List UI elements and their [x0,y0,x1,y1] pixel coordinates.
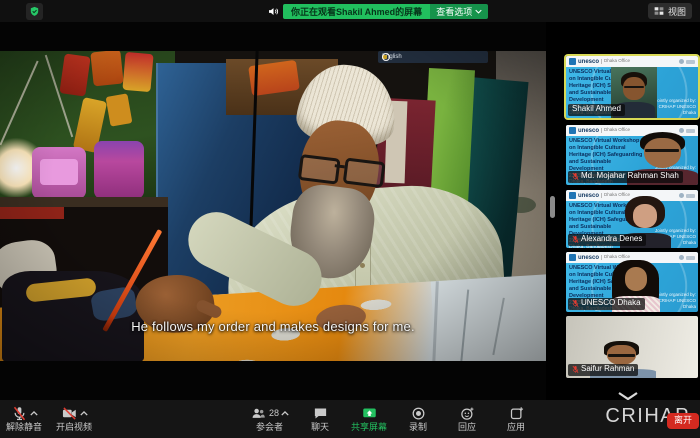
muted-mic-icon [572,235,579,244]
scene-jar-label [40,159,78,185]
scene-shelf-edge [0,207,64,219]
avatar-face [625,267,648,291]
scene-snack-packet [122,52,153,92]
chat-icon [312,406,329,421]
scene-purple-jar [94,141,144,199]
view-layout-button[interactable]: 视图 [648,3,692,19]
slide-partner-logos [679,255,695,260]
slide-office: Dhaka Office [601,128,630,133]
video-subtitle: He follows my order and makes designs fo… [0,319,546,334]
video-options-caret[interactable] [80,411,88,416]
participants-count: 28 [269,409,279,418]
unesco-logo-icon [569,58,576,65]
watching-banner-text: 你正在观看Shakil Ahmed的屏幕 [283,4,430,19]
participant-name: Saifur Rahman [581,365,634,374]
unesco-logo-icon [569,127,576,134]
zoom-meeting-window: 你正在观看Shakil Ahmed的屏幕 查看选项 视图 [0,0,700,438]
share-screen-button[interactable]: 共享屏幕 [351,406,387,432]
participants-label: 参会者 [256,423,283,432]
participant-tile-unesco-dhaka[interactable]: unesco Dhaka Office UNESCO Virtual Works… [566,252,698,312]
start-video-button[interactable]: 开启视频 [56,406,92,432]
chevron-down-icon [475,9,482,14]
participant-name-label: Shakil Ahmed [568,104,625,116]
participant-tile-alexandra-denes[interactable]: unesco Dhaka Office UNESCO Virtual Works… [566,190,698,248]
shared-screen-video: English He follows my order and makes de… [0,22,546,400]
participant-name-label: Md. Mojahar Rahman Shah [568,171,683,183]
leave-meeting-button[interactable]: 离开 [667,413,699,429]
meeting-topbar: 你正在观看Shakil Ahmed的屏幕 查看选项 视图 [0,0,700,22]
muted-mic-icon [572,299,579,308]
participant-tile-saifur-rahman[interactable]: Saifur Rahman [566,316,698,378]
avatar-glasses [608,354,634,357]
unmute-button[interactable]: 解除静音 [6,406,42,432]
slide-org: unesco [578,59,599,65]
participant-name-label: Saifur Rahman [568,364,638,376]
toolbar-left-group: 解除静音 开启视频 [6,400,92,438]
glasses-lens [343,157,386,188]
muted-mic-icon [572,172,579,181]
scene-shelf [0,197,168,207]
participant-name-label: Alexandra Denes [568,234,646,246]
record-icon [410,406,427,421]
slide-partner-logos [679,193,695,198]
participant-name: Md. Mojahar Rahman Shah [581,172,679,181]
share-screen-label: 共享屏幕 [351,423,387,432]
chat-label: 聊天 [311,423,329,432]
glasses-lens [298,154,341,185]
unesco-logo-icon [569,254,576,261]
camera-off-icon [61,406,78,421]
slide-partner-logos [679,59,695,64]
unesco-logo-icon [569,192,576,199]
kurta-button [360,263,365,268]
slide-office: Dhaka Office [601,59,630,64]
scene-snack-packet [90,51,123,86]
apps-label: 应用 [507,423,525,432]
participants-button[interactable]: 28 参会者 [250,406,289,432]
scene-snack-packet [59,53,90,96]
slide-header: unesco Dhaka Office [566,56,698,67]
apps-button[interactable]: 应用 [498,406,534,432]
record-label: 录制 [409,423,427,432]
unmute-label: 解除静音 [6,423,42,432]
slide-org: unesco [578,255,599,261]
participant-name: UNESCO Dhaka [581,299,641,308]
muted-mic-icon [11,406,28,421]
participant-name: Alexandra Denes [581,235,642,244]
reactions-label: 回应 [458,423,476,432]
muted-mic-icon [572,365,579,374]
grid-layout-icon [654,6,664,16]
view-options-label: 查看选项 [436,5,472,18]
toolbar-center-group: 28 参会者 聊天 共享屏幕 录制 回应 [250,400,534,438]
participants-icon [250,406,267,421]
avatar-face [644,138,681,168]
apps-icon [508,406,525,421]
slide-org: unesco [578,193,599,199]
avatar-face [633,204,657,228]
reactions-button[interactable]: 回应 [449,406,485,432]
audio-options-caret[interactable] [30,411,38,416]
slide-org: unesco [578,128,599,134]
shield-check-icon [29,6,40,17]
participant-tile-mojahar-rahman-shah[interactable]: unesco Dhaka Office UNESCO Virtual Works… [566,125,698,185]
avatar-face [623,77,645,99]
view-button-label: 视图 [668,5,686,18]
participant-name: Shakil Ahmed [572,105,621,114]
chat-button[interactable]: 聊天 [302,406,338,432]
record-button[interactable]: 录制 [400,406,436,432]
participants-caret[interactable] [281,411,289,416]
shared-video-scene: English [0,51,546,361]
video-player-bar: English [378,51,488,63]
start-video-label: 开启视频 [56,423,92,432]
participant-name-label: UNESCO Dhaka [568,298,645,310]
player-control-icon [382,53,390,61]
screen-watching-banner: 你正在观看Shakil Ahmed的屏幕 查看选项 [268,4,488,19]
meeting-toolbar: 解除静音 开启视频 28 参会者 聊天 [0,400,700,438]
participant-tile-shakil-ahmed[interactable]: unesco Dhaka Office UNESCO Virtual Works… [566,56,698,118]
reactions-icon [459,406,476,421]
security-shield-button[interactable] [26,3,43,20]
sidebar-resize-handle[interactable] [550,196,555,218]
share-screen-icon [361,406,378,421]
view-options-button[interactable]: 查看选项 [430,4,488,19]
speaker-icon [268,6,279,17]
